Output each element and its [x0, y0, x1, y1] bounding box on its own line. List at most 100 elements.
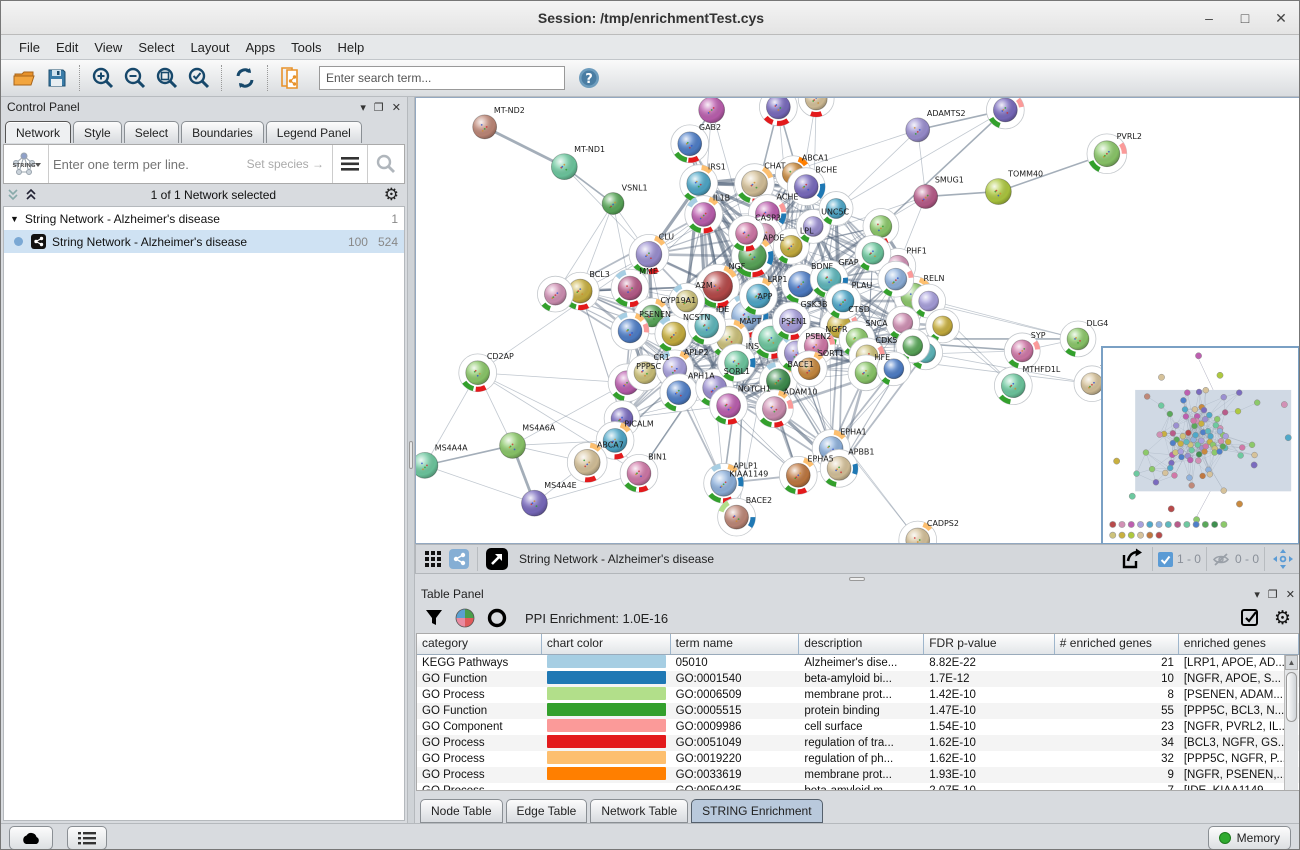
refresh-button[interactable] — [229, 63, 261, 93]
table-scrollbar[interactable]: ▲ — [1284, 655, 1298, 791]
tab-edge-table[interactable]: Edge Table — [506, 799, 588, 823]
tab-node-table[interactable]: Node Table — [420, 799, 503, 823]
species-selector-label[interactable]: Set species → — [247, 157, 332, 171]
navigator-toggle-button[interactable] — [1270, 544, 1296, 574]
network-collection-row[interactable]: ▼ String Network - Alzheimer's disease 1 — [4, 207, 404, 230]
table-row[interactable]: GO ProcessGO:0033619membrane prot...1.93… — [417, 767, 1299, 783]
column-header--enriched-genes[interactable]: # enriched genes — [1055, 634, 1179, 654]
string-options-button[interactable] — [332, 145, 367, 183]
panel-close-icon[interactable]: ✕ — [1286, 588, 1295, 601]
settings-gear-icon[interactable]: ⚙ — [1274, 607, 1291, 630]
table-row[interactable]: KEGG Pathways05010Alzheimer's dise...8.8… — [417, 655, 1299, 671]
save-icon — [47, 68, 67, 88]
close-button[interactable]: ✕ — [1263, 1, 1299, 35]
tab-legend-panel[interactable]: Legend Panel — [266, 121, 362, 143]
svg-text:MTHFD1L: MTHFD1L — [1022, 365, 1060, 374]
horizontal-splitter-handle[interactable] — [849, 577, 865, 581]
panel-collapse-icon[interactable]: ▾ — [1254, 588, 1260, 601]
svg-text:CASP3: CASP3 — [755, 213, 781, 222]
select-columns-icon[interactable] — [1241, 609, 1260, 628]
list-icon — [78, 831, 96, 845]
zoom-in-button[interactable] — [87, 63, 119, 93]
zoom-fit-button[interactable] — [151, 63, 183, 93]
cell--enriched-genes: 9 — [1055, 767, 1179, 783]
string-view-button[interactable] — [446, 544, 472, 574]
minimize-button[interactable]: – — [1191, 1, 1227, 35]
table-row[interactable]: GO ProcessGO:0051049regulation of tra...… — [417, 735, 1299, 751]
collapse-all-icon[interactable] — [7, 189, 25, 201]
menu-edit[interactable]: Edit — [48, 37, 86, 58]
expand-all-icon[interactable] — [25, 189, 43, 201]
svg-text:?: ? — [585, 72, 593, 87]
menu-help[interactable]: Help — [330, 37, 373, 58]
menu-layout[interactable]: Layout — [182, 37, 237, 58]
donut-chart-icon[interactable] — [487, 608, 507, 628]
cell-description: regulation of tra... — [799, 735, 924, 751]
open-session-button[interactable] — [9, 63, 41, 93]
table-row[interactable]: GO ComponentGO:0009986cell surface1.54E-… — [417, 719, 1299, 735]
tab-select[interactable]: Select — [124, 121, 179, 143]
grid-view-button[interactable] — [420, 544, 446, 574]
menu-view[interactable]: View — [86, 37, 130, 58]
open-in-window-button[interactable] — [483, 544, 511, 574]
network-from-file-button[interactable] — [275, 63, 307, 93]
table-row[interactable]: GO FunctionGO:0005515protein binding1.47… — [417, 703, 1299, 719]
cell-category: GO Process — [417, 735, 542, 751]
string-search-button[interactable] — [367, 145, 404, 183]
birds-eye-view[interactable] — [1101, 346, 1300, 545]
tree-expander-icon[interactable]: ▼ — [10, 214, 19, 224]
pie-chart-icon[interactable] — [455, 608, 475, 628]
column-header-term-name[interactable]: term name — [671, 634, 800, 654]
zoom-selected-button[interactable] — [183, 63, 215, 93]
tab-network[interactable]: Network — [5, 121, 71, 143]
svg-text:INS: INS — [746, 342, 759, 351]
network-row[interactable]: String Network - Alzheimer's disease 100… — [4, 230, 404, 253]
search-input[interactable] — [319, 66, 565, 90]
table-row[interactable]: GO FunctionGO:0001540beta-amyloid bi...1… — [417, 671, 1299, 687]
svg-text:SNCA: SNCA — [866, 319, 889, 328]
column-header-description[interactable]: description — [799, 634, 924, 654]
menu-tools[interactable]: Tools — [283, 37, 329, 58]
cell-description: membrane prot... — [799, 687, 924, 703]
panel-close-icon[interactable]: ✕ — [392, 101, 401, 114]
save-session-button[interactable] — [41, 63, 73, 93]
panel-float-icon[interactable]: ❐ — [374, 101, 384, 114]
table-row[interactable]: GO ProcessGO:0050435beta-amyloid m...2.0… — [417, 783, 1299, 791]
zoom-out-button[interactable] — [119, 63, 151, 93]
tab-style[interactable]: Style — [73, 121, 122, 143]
export-network-button[interactable] — [1117, 544, 1147, 574]
panel-collapse-icon[interactable]: ▾ — [360, 101, 366, 114]
column-header-chart-color[interactable]: chart color — [542, 634, 671, 654]
menu-file[interactable]: File — [11, 37, 48, 58]
tab-network-table[interactable]: Network Table — [590, 799, 688, 823]
cell-category: GO Process — [417, 767, 542, 783]
task-history-button[interactable] — [67, 826, 107, 850]
memory-button[interactable]: Memory — [1208, 826, 1291, 850]
gear-icon[interactable]: ⚙ — [384, 185, 399, 205]
svg-text:APLP2: APLP2 — [684, 348, 709, 357]
svg-text:KIAA1149: KIAA1149 — [729, 469, 768, 478]
table-row[interactable]: GO ProcessGO:0006509membrane prot...1.42… — [417, 687, 1299, 703]
tab-string-enrichment[interactable]: STRING Enrichment — [691, 799, 822, 823]
tab-boundaries[interactable]: Boundaries — [181, 121, 264, 143]
help-button[interactable]: ? — [573, 63, 605, 93]
column-header-enriched-genes[interactable]: enriched genes — [1179, 634, 1299, 654]
maximize-button[interactable]: □ — [1227, 1, 1263, 35]
panel-float-icon[interactable]: ❐ — [1268, 588, 1278, 601]
cell-category: KEGG Pathways — [417, 655, 542, 671]
cloud-button[interactable] — [9, 826, 53, 850]
svg-text:BACE2: BACE2 — [746, 496, 772, 505]
scrollbar-thumb[interactable] — [1286, 672, 1297, 722]
column-header-category[interactable]: category — [417, 634, 542, 654]
string-query-input[interactable] — [49, 157, 247, 172]
filter-icon[interactable] — [425, 609, 443, 627]
vertical-splitter-handle[interactable] — [409, 441, 413, 469]
table-row[interactable]: GO ProcessGO:0019220regulation of ph...1… — [417, 751, 1299, 767]
svg-text:CLU: CLU — [659, 232, 675, 241]
enrichment-table-body: KEGG Pathways05010Alzheimer's dise...8.8… — [417, 655, 1299, 791]
menu-apps[interactable]: Apps — [238, 37, 284, 58]
column-header-fdr-p-value[interactable]: FDR p-value — [924, 634, 1055, 654]
string-protein-query-selector[interactable]: STRING — [4, 145, 49, 183]
scrollbar-up-arrow[interactable]: ▲ — [1285, 655, 1298, 670]
menu-select[interactable]: Select — [130, 37, 182, 58]
